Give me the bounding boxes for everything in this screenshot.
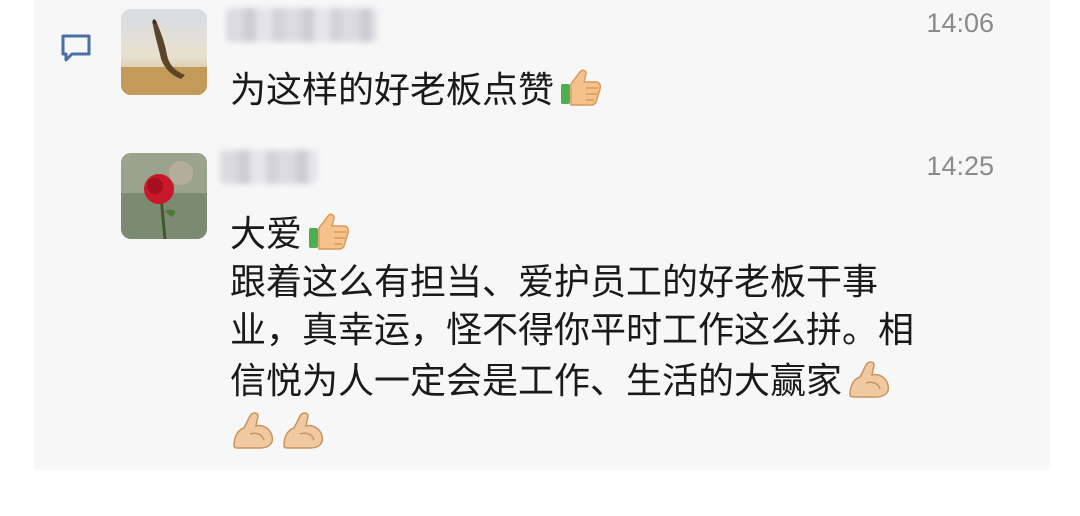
flexed-biceps-emoji [230, 406, 276, 452]
blurred-username [220, 150, 318, 184]
comment-line: 业，真幸运，怪不得你平时工作这么拼。相 [230, 310, 915, 351]
flexed-biceps-emoji [846, 355, 892, 401]
comment-line: 大爱 [230, 214, 303, 255]
avatar[interactable] [121, 9, 207, 95]
comment-line: 为这样的好老板点赞 [230, 70, 555, 111]
comment-text: 大爱 跟着这么有担当、爱护员工的好老板干事 业，真幸运，怪不得你平时工作这么拼。… [230, 208, 914, 457]
comment-line: 信悦为人一定会是工作、生活的大赢家 [230, 361, 843, 402]
comment-line: 跟着这么有担当、爱护员工的好老板干事 [230, 262, 879, 303]
comment-icon[interactable] [58, 30, 94, 66]
comment-time: 14:25 [926, 151, 994, 181]
avatar[interactable] [121, 153, 207, 239]
thumbs-up-emoji [306, 208, 352, 254]
thumbs-up-emoji [558, 64, 604, 110]
comment-text: 为这样的好老板点赞 [230, 64, 604, 115]
blurred-username [226, 8, 378, 42]
comment-time: 14:06 [926, 8, 994, 38]
flexed-biceps-emoji [280, 406, 326, 452]
